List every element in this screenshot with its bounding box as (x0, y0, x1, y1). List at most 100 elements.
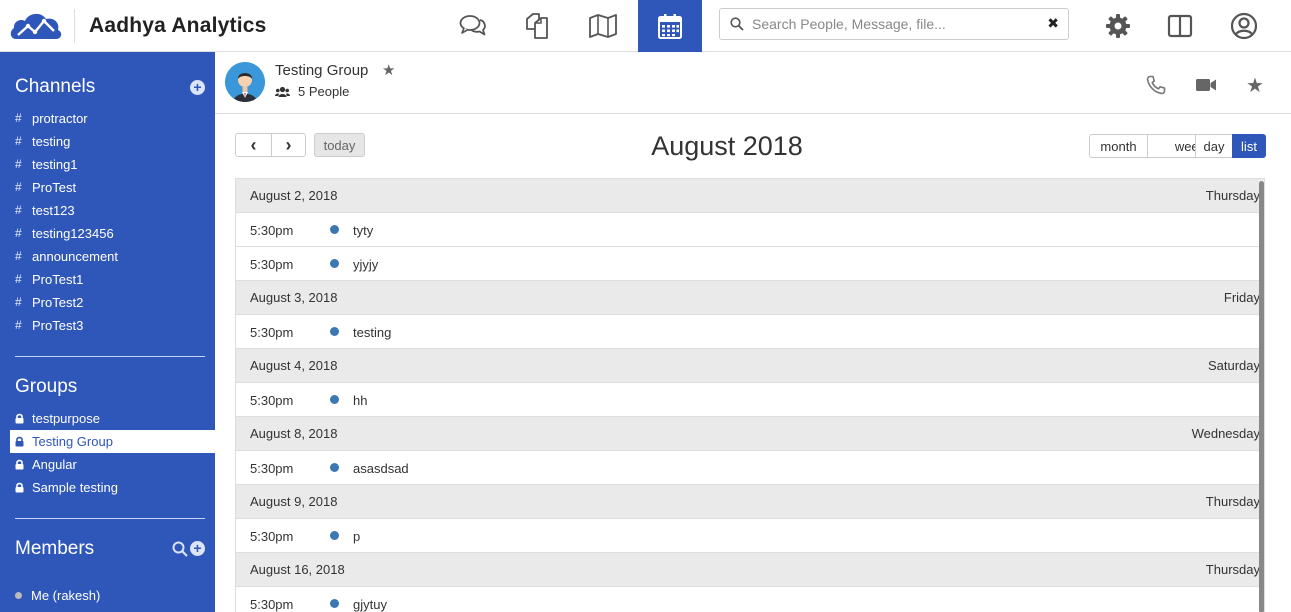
sidebar-item-channel[interactable]: # test123 (0, 199, 215, 222)
view-month-button[interactable]: month (1089, 134, 1148, 158)
channel-label: ProTest1 (32, 272, 84, 287)
sidebar-divider (15, 518, 205, 519)
channel-label: testing1 (32, 157, 78, 172)
lock-icon (15, 459, 32, 470)
hash-icon: # (15, 180, 22, 194)
event-title[interactable]: yjyjy (353, 257, 378, 272)
sidebar-item-group[interactable]: Testing Group (10, 430, 215, 453)
day-date[interactable]: August 8, 2018 (250, 426, 337, 441)
event-title[interactable]: testing (353, 325, 391, 340)
event-title[interactable]: asasdsad (353, 461, 409, 476)
day-date[interactable]: August 9, 2018 (250, 494, 337, 509)
channel-label: ProTest3 (32, 318, 84, 333)
day-weekday[interactable]: Thursday (1206, 188, 1260, 203)
event-title[interactable]: hh (353, 393, 367, 408)
day-weekday[interactable]: Thursday (1206, 494, 1260, 509)
event-time: 5:30pm (250, 461, 294, 476)
view-day-button[interactable]: day (1195, 134, 1233, 158)
today-button[interactable]: today (314, 133, 365, 157)
hash-icon: # (15, 295, 22, 309)
nav-calendar-button[interactable] (638, 0, 702, 52)
channel-label: protractor (32, 111, 88, 126)
list-day-header: August 4, 2018 Saturday (236, 349, 1260, 383)
event-dot-icon (330, 327, 339, 336)
day-weekday[interactable]: Thursday (1206, 562, 1260, 577)
event-time: 5:30pm (250, 223, 294, 238)
sidebar-item-channel[interactable]: # ProTest3 (0, 314, 215, 337)
group-avatar[interactable] (225, 62, 265, 102)
view-list-button[interactable]: list (1232, 134, 1266, 158)
clear-search-icon[interactable]: ✖ (1047, 15, 1059, 32)
list-event-row[interactable]: 5:30pm tyty (236, 213, 1260, 247)
people-count-label: 5 People (298, 84, 350, 99)
day-weekday[interactable]: Wednesday (1192, 426, 1260, 441)
day-date[interactable]: August 16, 2018 (250, 562, 345, 577)
list-event-row[interactable]: 5:30pm asasdsad (236, 451, 1260, 485)
sidebar-item-group[interactable]: testpurpose (0, 407, 215, 430)
list-event-row[interactable]: 5:30pm p (236, 519, 1260, 553)
search-members-icon[interactable] (172, 541, 188, 557)
sidebar-divider (15, 356, 205, 357)
event-title[interactable]: p (353, 529, 360, 544)
lock-icon (15, 413, 32, 424)
sidebar-item-channel[interactable]: # testing (0, 130, 215, 153)
group-label: Sample testing (32, 480, 118, 495)
day-date[interactable]: August 2, 2018 (250, 188, 337, 203)
group-label: Angular (32, 457, 77, 472)
day-date[interactable]: August 3, 2018 (250, 290, 337, 305)
brand[interactable]: Aadhya Analytics (8, 8, 267, 44)
list-event-row[interactable]: 5:30pm testing (236, 315, 1260, 349)
list-event-row[interactable]: 5:30pm hh (236, 383, 1260, 417)
prev-month-button[interactable]: ‹ (235, 133, 272, 157)
lock-icon (15, 436, 32, 447)
users-icon (275, 86, 290, 97)
brand-divider (74, 9, 75, 43)
channels-title: Channels (15, 76, 96, 97)
favorite-star-icon[interactable]: ★ (382, 61, 395, 79)
event-time: 5:30pm (250, 325, 294, 340)
event-list: August 2, 2018 Thursday 5:30pm tyty 5:30pm yj… (235, 178, 1265, 612)
group-members-count[interactable]: 5 People (275, 84, 349, 99)
sidebar-item-group[interactable]: Sample testing (0, 476, 215, 499)
search-input[interactable] (752, 9, 1047, 39)
split-panel-icon (1167, 14, 1193, 38)
sidebar-item-channel[interactable]: # ProTest2 (0, 291, 215, 314)
sidebar-item-channel[interactable]: # ProTest1 (0, 268, 215, 291)
list-scrollbar[interactable] (1259, 179, 1264, 612)
voice-call-button[interactable] (1145, 74, 1167, 96)
scrollbar-thumb[interactable] (1259, 181, 1264, 612)
sidebar-item-channel[interactable]: # testing1 (0, 153, 215, 176)
sidebar-item-channel[interactable]: # ProTest (0, 176, 215, 199)
sidebar-item-member[interactable]: Me (rakesh) (0, 584, 215, 607)
list-event-row[interactable]: 5:30pm gjytuy (236, 587, 1260, 612)
day-date[interactable]: August 4, 2018 (250, 358, 337, 373)
next-month-button[interactable]: › (271, 133, 306, 157)
list-event-row[interactable]: 5:30pm yjyjy (236, 247, 1260, 281)
nav-documents-button[interactable] (505, 0, 569, 52)
event-title[interactable]: gjytuy (353, 597, 387, 612)
nav-map-button[interactable] (571, 0, 635, 52)
layout-toggle-button[interactable] (1166, 12, 1194, 40)
chat-bubbles-icon (459, 15, 486, 36)
event-time: 5:30pm (250, 529, 294, 544)
members-title: Members (15, 538, 95, 559)
group-label: testpurpose (32, 411, 100, 426)
settings-button[interactable] (1104, 12, 1132, 40)
video-call-button[interactable] (1195, 74, 1217, 96)
starred-button[interactable]: ★ (1244, 74, 1266, 97)
sidebar-item-channel[interactable]: # protractor (0, 107, 215, 130)
nav-chat-button[interactable] (441, 0, 505, 52)
user-profile-button[interactable] (1230, 12, 1258, 40)
event-dot-icon (330, 259, 339, 268)
hash-icon: # (15, 157, 22, 171)
add-channel-icon[interactable]: + (190, 80, 205, 95)
day-weekday[interactable]: Friday (1224, 290, 1260, 305)
channel-label: ProTest (32, 180, 77, 195)
sidebar: Channels + # protractor # testing # testing1 #… (0, 52, 215, 612)
event-title[interactable]: tyty (353, 223, 373, 238)
add-member-icon[interactable]: + (190, 541, 205, 556)
sidebar-item-channel[interactable]: # announcement (0, 245, 215, 268)
sidebar-item-group[interactable]: Angular (0, 453, 215, 476)
sidebar-item-channel[interactable]: # testing123456 (0, 222, 215, 245)
day-weekday[interactable]: Saturday (1208, 358, 1260, 373)
